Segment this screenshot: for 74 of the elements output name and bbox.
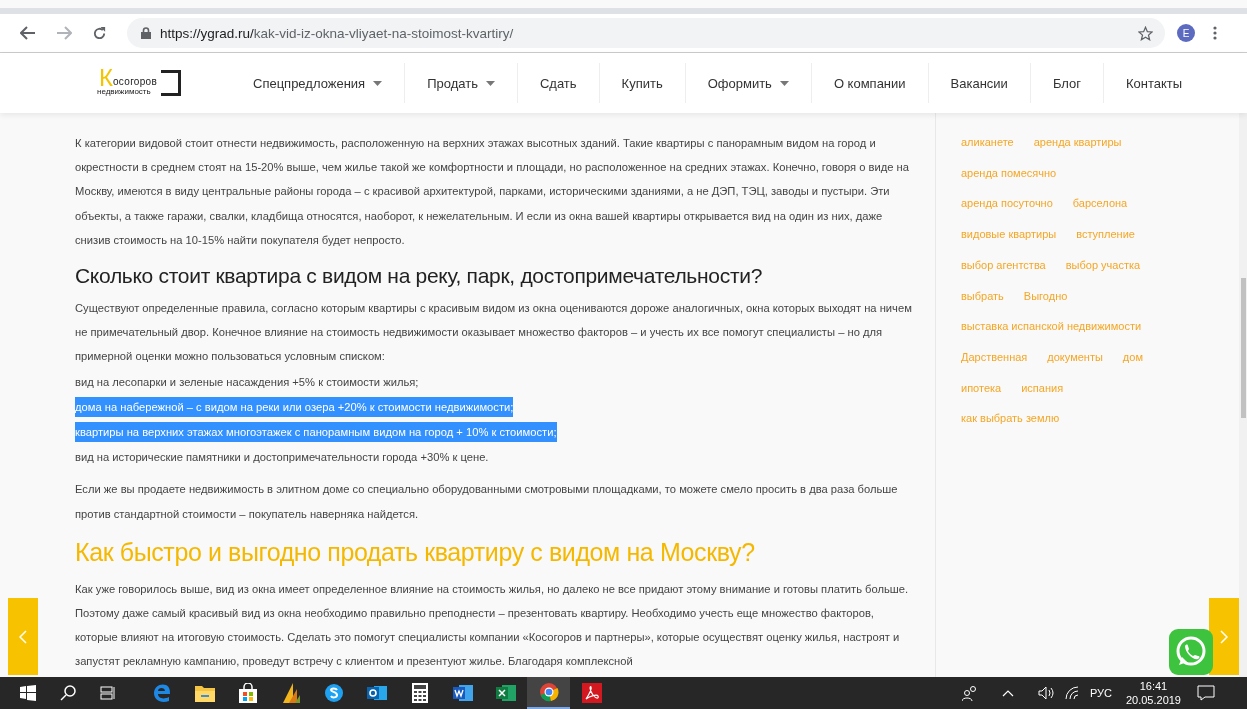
site-logo[interactable]: Косогоров недвижимость — [95, 68, 181, 98]
notification-icon[interactable] — [1197, 685, 1215, 701]
tag-link[interactable]: выбрать — [961, 280, 1004, 312]
skype-icon — [323, 683, 344, 703]
back-icon[interactable] — [20, 26, 36, 40]
search-icon[interactable] — [60, 685, 76, 701]
outlook-icon — [366, 683, 387, 703]
nav-link[interactable]: О компании — [811, 75, 928, 91]
system-clock[interactable]: 16:41 20.05.2019 — [1125, 679, 1181, 707]
nav-link[interactable]: Оформить — [685, 75, 811, 91]
tag-link[interactable]: аренда посуточно — [961, 188, 1053, 220]
chevron-right-icon — [1220, 629, 1228, 644]
nav-link[interactable]: Купить — [599, 75, 685, 91]
nav-link[interactable]: Спецпредложения — [231, 75, 405, 91]
list-line: вид на исторические памятники и достопримечательности города +30% к цене. — [75, 450, 489, 466]
folder-icon — [194, 684, 215, 702]
clock-time: 16:41 — [1139, 679, 1168, 693]
tag-link[interactable]: вступление — [1076, 219, 1135, 250]
address-bar[interactable]: https://ygrad.ru/kak-vid-iz-okna-vliyaet-na-stoimost-kvartiry/ — [127, 18, 1165, 48]
clock-date: 20.05.2019 — [1125, 693, 1181, 707]
chevron-left-icon — [19, 629, 27, 644]
caret-icon — [373, 80, 383, 86]
chrome-browser-icon — [538, 682, 559, 702]
spreadsheet-icon — [495, 683, 516, 703]
tag-link[interactable]: выбор агентства — [961, 249, 1046, 281]
lock-icon — [141, 27, 151, 39]
tag-link[interactable]: документы — [1047, 341, 1103, 373]
caret-icon — [779, 80, 789, 86]
caret-icon — [485, 80, 495, 86]
edge-icon — [151, 683, 172, 703]
tag-link[interactable]: Выгодно — [1023, 280, 1068, 312]
tag-link[interactable]: аликанете — [961, 127, 1014, 158]
wifi-icon[interactable] — [1063, 686, 1080, 700]
tag-link[interactable]: дом — [1122, 341, 1143, 373]
people-icon[interactable] — [961, 685, 978, 701]
article-paragraph: К категории видовой стоит отнести недвижимость, расположенную на верхних этажах высотных зданий. Такие квартиры с панорамным видом на город и окрестности в среднем стоят на 15-20% выше, чем жилье такой же комфортности и площади, но расположенное на средних этажах. Конечно, говоря о виде на Москву, имеются в виду центральные районы города – с красивой архитектурой, парками, историческими зданиями, а не ДЭП, ТЭЦ, заводы и пустыри. Эти объекты, а также гаражи, свалки, кладбища относятся, наоборот, к нежелательным. И если из окна вашей квартиры открывается вид на один из них, даже снизив стоимость на 10-15% найти покупателя будет непросто. — [75, 136, 910, 248]
tag-link[interactable]: выставка испанской недвижимости — [961, 311, 1142, 342]
keyboard-language[interactable]: РУС — [1089, 687, 1112, 699]
tag-link[interactable]: видовые квартиры — [961, 219, 1057, 250]
tag-link[interactable]: барселона — [1072, 188, 1128, 220]
nav-link[interactable]: Продать — [405, 75, 517, 91]
bookmark-star-icon[interactable] — [1138, 25, 1153, 41]
nav-link[interactable]: Блог — [1030, 75, 1103, 91]
nav-link[interactable]: Контакты — [1104, 75, 1205, 91]
tag-link[interactable]: испания — [1021, 372, 1064, 404]
task-view-icon[interactable] — [100, 685, 116, 701]
article-paragraph: Как уже говорилось выше, вид из окна имеет определенное влияние на стоимость жилья, но далеко не все придают этому внимание и готовы платить больше. Поэтому даже самый красивый вид из окна необходимо правильно преподнести – презентовать квартиру. Необходимо учесть еще множество факторов, которые влияют на итоговую стоимость. Сделать это помогут специалисты компании «Косогоров и партнеры», которые осуществят оценку жилья, настроят и запустят рекламную кампанию, проведут встречу с клиентом и презентуют жилье. Благодаря комплексной — [75, 581, 910, 670]
nav-link[interactable]: Вакансии — [928, 75, 1030, 91]
article-paragraph: Если же вы продаете недвижимость в элитном доме со специально оборудованными смотровыми площадками, то можете смело просить в два раза больше против стандартной стоимости – покупатель наверняка найдется. — [75, 482, 899, 522]
tag-link[interactable]: ипотека — [961, 372, 1002, 404]
list-line: вид на лесопарки и зеленые насаждения +5% к стоимости жилья; — [75, 374, 419, 390]
store-bag-icon — [237, 683, 258, 703]
tag-link[interactable]: как выбрать землю — [961, 403, 1060, 435]
chevron-up-icon[interactable] — [1001, 689, 1014, 697]
word-document-icon — [452, 683, 473, 703]
dynamics-chart-icon — [280, 683, 301, 703]
tag-link[interactable]: Дарственная — [961, 341, 1028, 373]
article-paragraph: Существуют определенные правила, согласно которым квартиры с красивым видом из окна оцениваются дороже аналогичных, окна которых выходят на ничем не примечательный двор. Конечное влияние на стоимость недвижимости оказывает множество факторов – и учесть их все помогут специалисты – но для примерной оценки можно пользоваться условным списком: — [75, 301, 913, 365]
windows-start-icon[interactable] — [20, 685, 36, 701]
volume-icon[interactable] — [1037, 686, 1054, 700]
pdf-reader-icon — [581, 683, 602, 703]
calculator-icon — [411, 683, 428, 703]
tag-link[interactable]: аренда квартиры — [1033, 127, 1122, 158]
reload-icon[interactable] — [92, 25, 107, 41]
tag-link[interactable]: аренда помесячно — [961, 157, 1057, 189]
tag-link[interactable]: выбор участка — [1065, 249, 1141, 281]
profile-avatar[interactable]: E — [1177, 24, 1195, 42]
url-text: https://ygrad.ru/kak-vid-iz-okna-vliyaet-na-stoimost-kvartiry/ — [160, 25, 515, 41]
nav-link[interactable]: Сдать — [517, 75, 599, 91]
menu-icon[interactable] — [1213, 26, 1217, 40]
section-heading: Сколько стоит квартира с видом на реку, парк, достопримечательности? — [75, 264, 764, 288]
section-heading: Как быстро и выгодно продать квартиру с видом на Москву? — [75, 537, 756, 567]
taskbar-app[interactable] — [527, 677, 570, 709]
scrollbar[interactable] — [1239, 113, 1247, 677]
